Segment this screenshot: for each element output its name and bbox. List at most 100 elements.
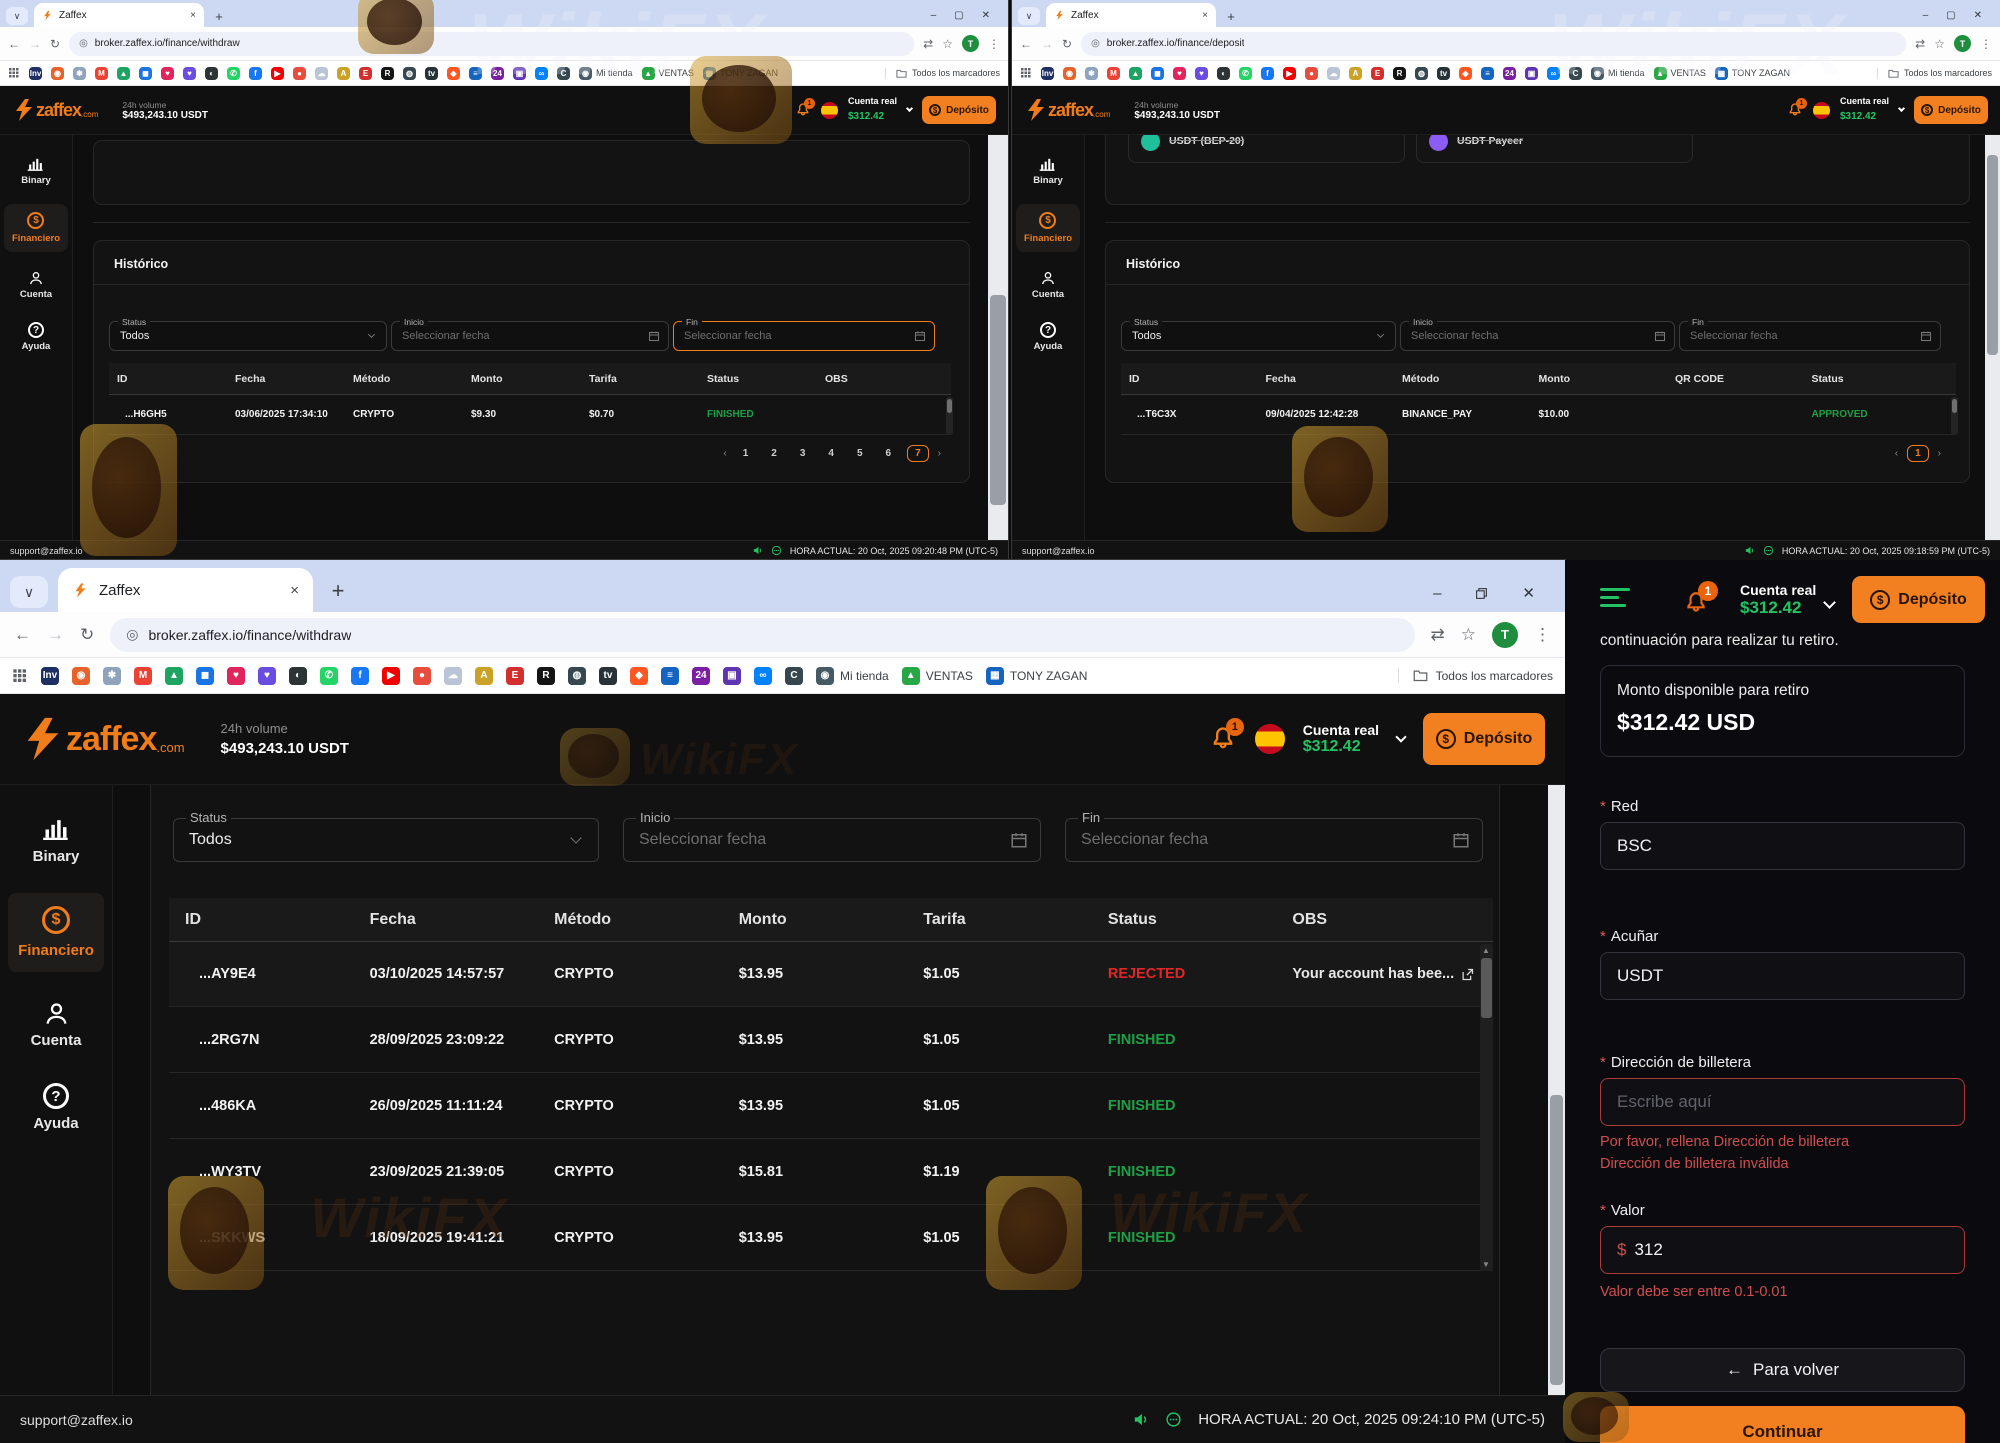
page-1[interactable]: 1 bbox=[1907, 445, 1929, 462]
table-row[interactable]: ...WY3TV 23/09/2025 21:39:05 CRYPTO $15.… bbox=[169, 1139, 1493, 1205]
page-scrollbar[interactable] bbox=[1985, 135, 2000, 560]
account-selector[interactable]: Cuenta real $312.42 bbox=[1303, 722, 1379, 756]
bookmark-item[interactable]: ☁ bbox=[315, 67, 328, 80]
tab-close-icon[interactable]: × bbox=[290, 582, 299, 599]
bookmark-item[interactable]: ◐ bbox=[1217, 67, 1230, 80]
forward-icon[interactable]: → bbox=[47, 625, 64, 645]
bookmark-item[interactable]: ☁ bbox=[1327, 67, 1340, 80]
bookmark-item[interactable]: ▣ bbox=[723, 667, 741, 685]
table-row[interactable]: ...AY9E4 03/10/2025 14:57:57 CRYPTO $13.… bbox=[169, 942, 1493, 1007]
language-flag-icon[interactable] bbox=[1813, 102, 1830, 119]
bookmark-item[interactable]: ◉ bbox=[1063, 67, 1076, 80]
bookmark-item[interactable]: ▲VENTAS bbox=[902, 667, 973, 685]
bookmark-item[interactable]: ✆ bbox=[320, 667, 338, 685]
translate-icon[interactable]: ⇄ bbox=[923, 37, 933, 51]
sidebar-item-cuenta[interactable]: Cuenta bbox=[14, 266, 58, 304]
deposit-button[interactable]: $ Depósito bbox=[1423, 713, 1545, 765]
bookmark-item[interactable]: 24 bbox=[491, 67, 504, 80]
bookmark-item[interactable]: ◆ bbox=[630, 667, 648, 685]
wallet-address-input[interactable] bbox=[1617, 1092, 1948, 1112]
address-bar[interactable]: ◎ broker.zaffex.io/finance/deposit bbox=[1081, 32, 1906, 56]
bookmark-item[interactable]: ◍ bbox=[568, 667, 586, 685]
chat-icon[interactable] bbox=[771, 545, 782, 556]
close-button[interactable]: ✕ bbox=[1974, 10, 1982, 21]
bookmark-item[interactable]: ✆ bbox=[227, 67, 240, 80]
sidebar-item-binary[interactable]: Binary bbox=[1027, 153, 1069, 190]
chevron-down-icon[interactable] bbox=[906, 105, 913, 112]
chevron-down-icon[interactable] bbox=[1395, 731, 1406, 742]
chat-icon[interactable] bbox=[1763, 545, 1774, 556]
close-button[interactable]: ✕ bbox=[1522, 584, 1535, 602]
bookmark-item[interactable]: f bbox=[351, 667, 369, 685]
coin-field[interactable]: USDT bbox=[1600, 952, 1965, 1000]
zaffex-logo[interactable]: zaffex.com bbox=[1024, 98, 1110, 122]
bookmark-item[interactable]: tv bbox=[425, 67, 438, 80]
notification-bell-icon[interactable]: 1 bbox=[795, 102, 811, 118]
new-tab-button[interactable]: + bbox=[210, 9, 228, 24]
table-row[interactable]: ...SKKWS 18/09/2025 19:41:21 CRYPTO $13.… bbox=[169, 1205, 1493, 1271]
bookmark-item[interactable]: ◐ bbox=[205, 67, 218, 80]
page-2[interactable]: 2 bbox=[764, 446, 784, 461]
bookmark-item[interactable]: R bbox=[537, 667, 555, 685]
valor-input[interactable] bbox=[1634, 1240, 1948, 1260]
maximize-button[interactable]: ▢ bbox=[1946, 10, 1955, 21]
bookmark-item[interactable]: ≡ bbox=[661, 667, 679, 685]
inicio-filter[interactable]: Inicio Seleccionar fecha bbox=[391, 321, 669, 351]
wallet-address-field[interactable] bbox=[1600, 1078, 1965, 1126]
bookmark-item[interactable]: ♥ bbox=[1173, 67, 1186, 80]
fin-filter[interactable]: Fin Seleccionar fecha bbox=[673, 321, 935, 351]
bookmark-item[interactable]: ◐ bbox=[289, 667, 307, 685]
menu-kebab-icon[interactable]: ⋮ bbox=[988, 37, 1000, 51]
sidebar-item-ayuda[interactable]: ? Ayuda bbox=[25, 1077, 86, 1138]
browser-tab[interactable]: Zaffex × bbox=[34, 3, 204, 27]
scroll-up-icon[interactable]: ▲ bbox=[1482, 946, 1490, 955]
bookmark-item[interactable]: ◼ bbox=[196, 667, 214, 685]
page-4[interactable]: 4 bbox=[821, 446, 841, 461]
all-bookmarks[interactable]: Todos los marcadores bbox=[1877, 68, 1992, 79]
page-scrollbar[interactable] bbox=[1548, 785, 1565, 1443]
site-info-icon[interactable]: ◎ bbox=[126, 626, 138, 643]
bookmark-item[interactable]: ▶ bbox=[382, 667, 400, 685]
method-card-usdt-payeer[interactable]: USDT Payeer bbox=[1416, 135, 1693, 163]
restore-button[interactable] bbox=[1475, 587, 1488, 600]
bookmark-star-icon[interactable]: ☆ bbox=[1934, 37, 1945, 51]
minimize-button[interactable]: – bbox=[1433, 585, 1441, 602]
bookmark-item[interactable]: A bbox=[475, 667, 493, 685]
page-6[interactable]: 6 bbox=[879, 446, 899, 461]
deposit-button[interactable]: $ Depósito bbox=[922, 96, 996, 124]
bookmark-item[interactable]: ▦TONY ZAGAN bbox=[703, 67, 778, 80]
bookmark-item[interactable]: ◉ bbox=[51, 67, 64, 80]
bookmark-item[interactable]: C bbox=[785, 667, 803, 685]
forward-icon[interactable]: → bbox=[29, 37, 41, 51]
new-tab-button[interactable]: + bbox=[323, 578, 353, 604]
bookmark-item[interactable]: ♥ bbox=[161, 67, 174, 80]
bookmark-item[interactable]: ◍ bbox=[403, 67, 416, 80]
bookmark-item[interactable]: ✆ bbox=[1239, 67, 1252, 80]
speaker-icon[interactable] bbox=[1132, 1411, 1149, 1428]
zaffex-logo[interactable]: zaffex.com bbox=[12, 98, 98, 122]
page-scrollbar[interactable] bbox=[988, 135, 1008, 560]
apps-grid-icon[interactable] bbox=[12, 668, 28, 684]
close-button[interactable]: ✕ bbox=[982, 10, 990, 21]
inicio-filter[interactable]: Inicio Seleccionar fecha bbox=[623, 818, 1041, 862]
bookmark-item[interactable]: ▦TONY ZAGAN bbox=[1715, 67, 1790, 80]
all-bookmarks[interactable]: Todos los marcadores bbox=[885, 68, 1000, 79]
chat-icon[interactable] bbox=[1165, 1411, 1182, 1428]
bookmark-item[interactable]: ♥ bbox=[183, 67, 196, 80]
pagination-next[interactable]: › bbox=[938, 448, 941, 459]
forward-icon[interactable]: → bbox=[1041, 37, 1053, 51]
bookmark-item[interactable]: ▶ bbox=[1283, 67, 1296, 80]
bookmark-item[interactable]: ◉Mi tienda bbox=[1591, 67, 1645, 80]
language-flag-icon[interactable] bbox=[821, 102, 838, 119]
fin-filter[interactable]: Fin Seleccionar fecha bbox=[1065, 818, 1483, 862]
sidebar-item-ayuda[interactable]: ? Ayuda bbox=[16, 318, 57, 356]
account-selector[interactable]: Cuenta real $312.42 bbox=[1740, 582, 1816, 618]
bookmark-item[interactable]: ☁ bbox=[444, 667, 462, 685]
sidebar-item-ayuda[interactable]: ? Ayuda bbox=[1028, 318, 1069, 356]
zaffex-logo[interactable]: zaffex.com bbox=[20, 716, 185, 762]
table-scrollbar[interactable] bbox=[946, 397, 953, 435]
table-scrollbar[interactable]: ▲ ▼ bbox=[1480, 944, 1493, 1271]
fin-filter[interactable]: Fin Seleccionar fecha bbox=[1679, 321, 1941, 351]
bookmark-item[interactable]: ✱ bbox=[73, 67, 86, 80]
valor-field[interactable]: $ bbox=[1600, 1226, 1965, 1274]
